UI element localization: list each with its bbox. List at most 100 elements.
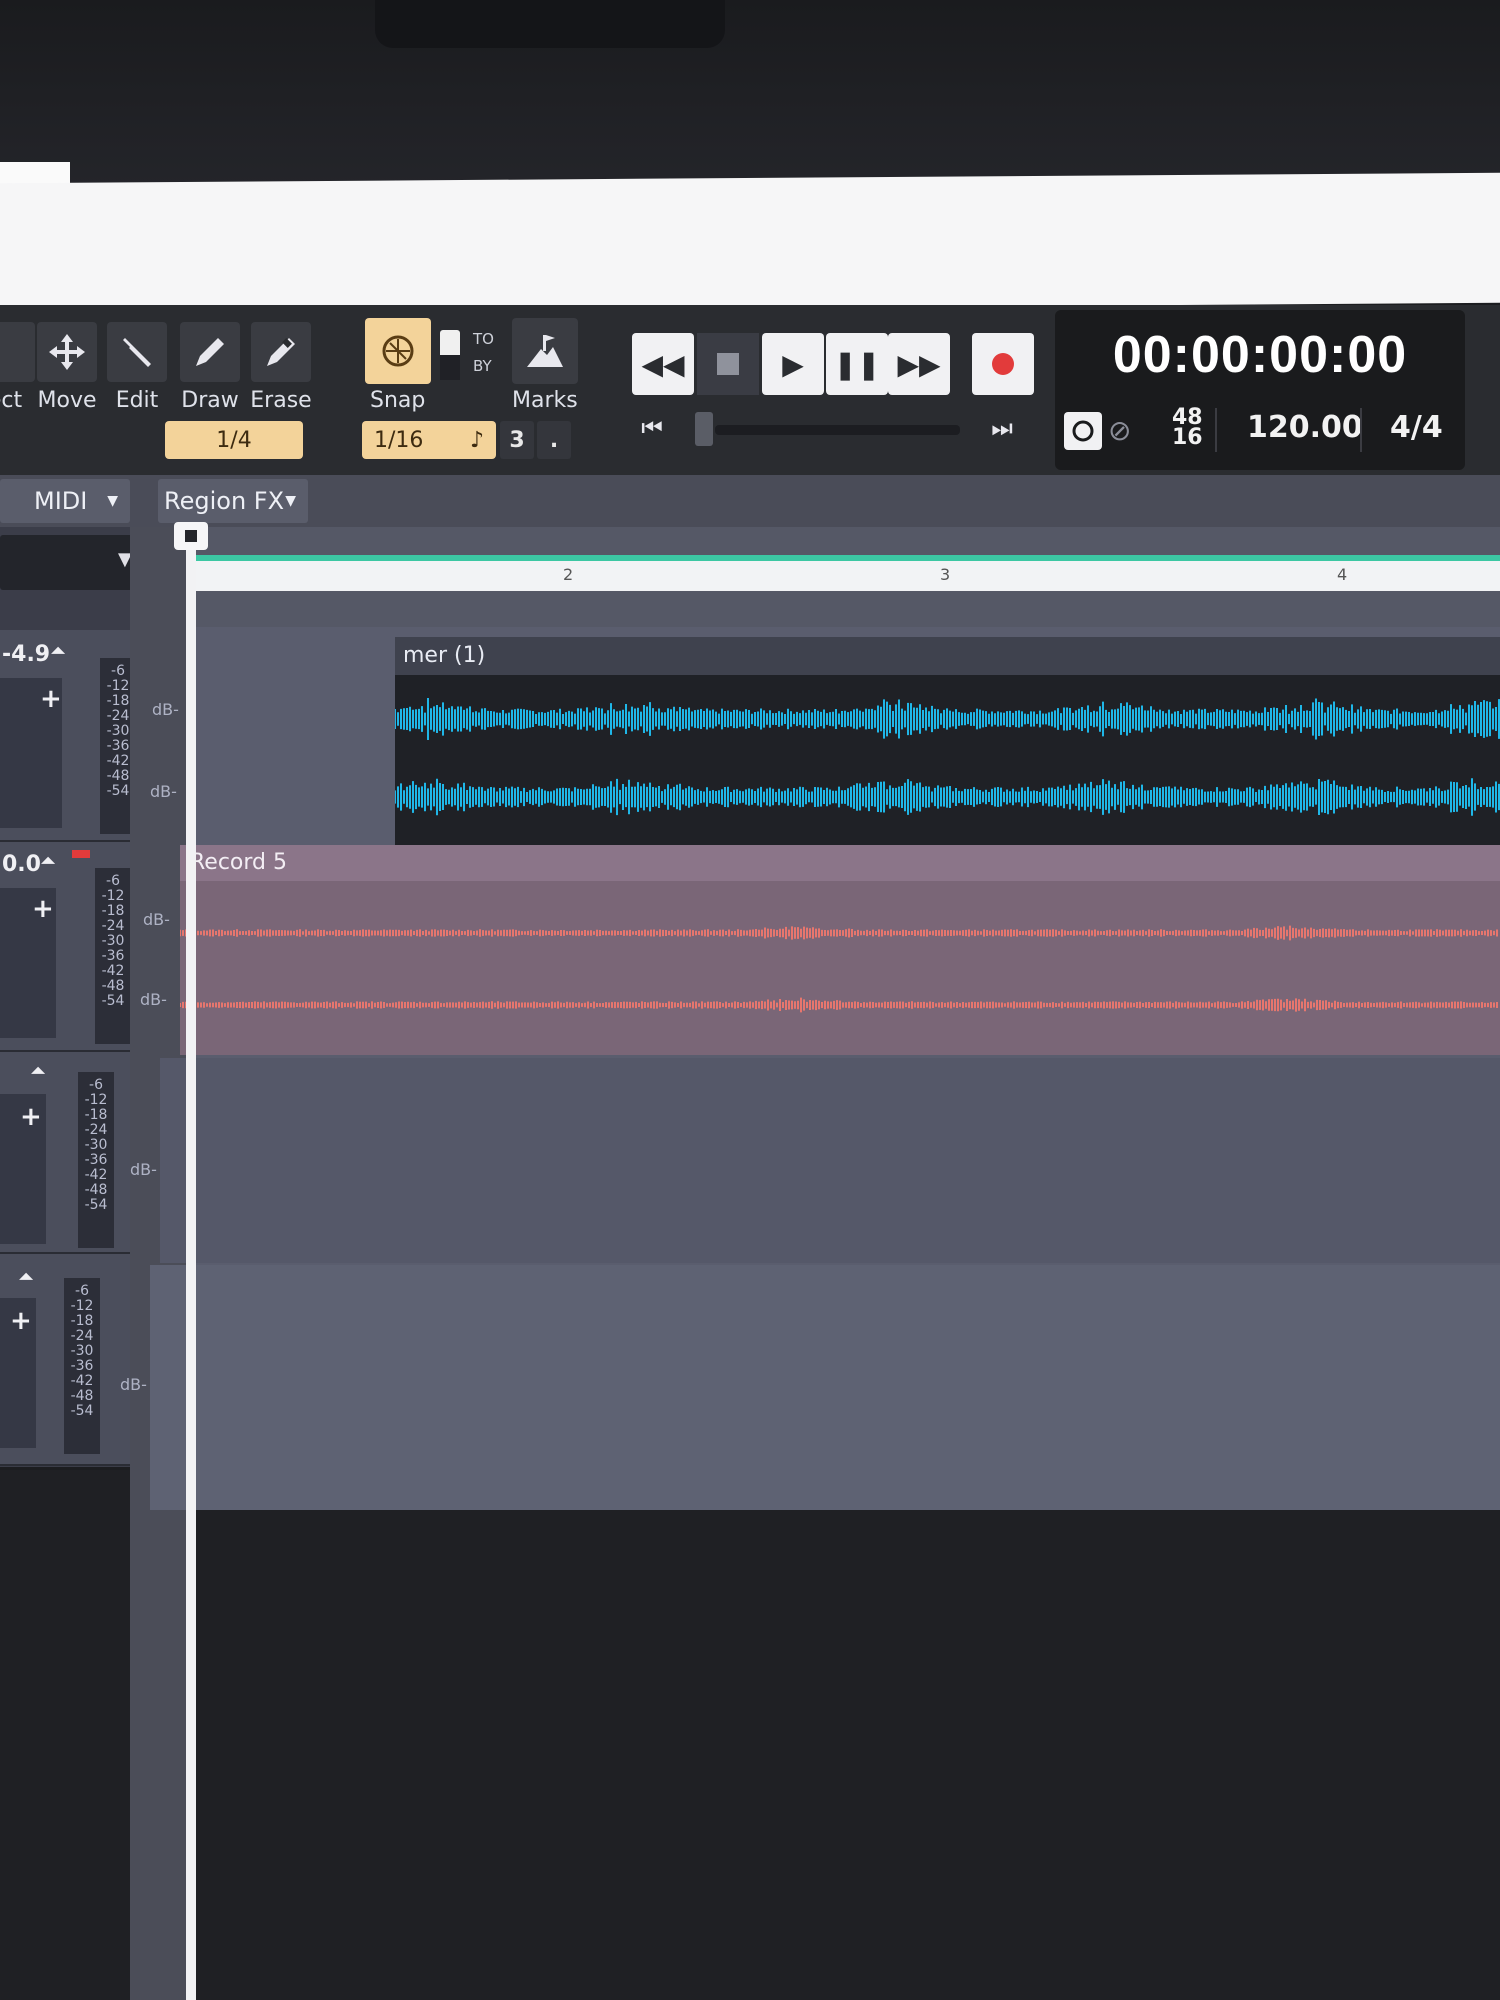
midi-menu[interactable]: MIDI ▼ bbox=[0, 479, 130, 523]
window-title-area bbox=[0, 172, 1500, 314]
db-label: dB- bbox=[120, 1375, 147, 1394]
add-icon[interactable]: + bbox=[20, 1102, 42, 1132]
pencil-icon bbox=[180, 322, 240, 382]
db-label: dB- bbox=[150, 782, 177, 801]
snap-mode-toggle[interactable] bbox=[440, 330, 460, 380]
track-volume[interactable]: -4.9 bbox=[2, 642, 50, 667]
snap-value-field[interactable]: 1/16 ♪ bbox=[362, 421, 496, 459]
sample-rate-readout[interactable]: 48 16 bbox=[1172, 407, 1203, 449]
snap-value-text: 1/16 bbox=[374, 427, 424, 453]
db-label: dB- bbox=[152, 700, 179, 719]
collapse-icon[interactable]: ⏶ bbox=[40, 848, 56, 872]
edit-tool[interactable]: Edit bbox=[104, 322, 170, 413]
waveform-channel bbox=[395, 698, 1500, 740]
move-icon bbox=[37, 322, 97, 382]
track-header[interactable]: ⏶ + -6 -12 -18 -24 -30 -36 -42 -48 -54 bbox=[0, 1254, 145, 1466]
record-button[interactable] bbox=[972, 333, 1034, 395]
empty-track-lane[interactable] bbox=[160, 1058, 1500, 1263]
clip-title[interactable]: mer (1) bbox=[395, 637, 1500, 675]
stop-button[interactable] bbox=[697, 333, 759, 395]
snap-count-button[interactable]: 3 bbox=[500, 421, 534, 459]
add-icon[interactable]: + bbox=[32, 894, 54, 924]
playhead-line[interactable] bbox=[186, 527, 196, 2000]
camera-notch bbox=[375, 0, 725, 48]
go-to-start-button[interactable]: ⏮ bbox=[632, 408, 672, 448]
erase-tool-label: Erase bbox=[250, 388, 312, 413]
track-header[interactable]: 0.0 ⏶ + -6 -12 -18 -24 -30 -36 -42 -48 -54 bbox=[0, 842, 145, 1052]
level-meter: -6 -12 -18 -24 -30 -36 -42 -48 -54 bbox=[64, 1278, 100, 1454]
clip-title[interactable]: Record 5 bbox=[180, 845, 1500, 881]
divider bbox=[1215, 408, 1217, 452]
time-signature-readout[interactable]: 4/4 bbox=[1390, 410, 1443, 445]
skip-start-icon: ⏮ bbox=[641, 414, 663, 442]
pause-button[interactable]: ❚❚ bbox=[826, 333, 888, 395]
track-pane-divider[interactable] bbox=[130, 527, 186, 2000]
db-label: dB- bbox=[143, 910, 170, 929]
level-meter: -6 -12 -18 -24 -30 -36 -42 -48 -54 bbox=[78, 1072, 114, 1248]
fast-forward-button[interactable]: ▶▶ bbox=[888, 333, 950, 395]
marks-button[interactable] bbox=[512, 318, 578, 384]
play-button[interactable]: ▶ bbox=[762, 333, 824, 395]
collapse-icon[interactable]: ⏶ bbox=[18, 1264, 34, 1288]
eraser-icon bbox=[251, 322, 311, 382]
timeline-ruler[interactable]: 2 3 4 bbox=[195, 555, 1500, 591]
edit-tool-label: Edit bbox=[115, 388, 159, 413]
level-meter: -6 -12 -18 -24 -30 -36 -42 -48 -54 bbox=[95, 868, 131, 1044]
loop-toggle[interactable] bbox=[1064, 412, 1102, 450]
rewind-icon: ◀◀ bbox=[641, 347, 685, 381]
position-slider-track[interactable] bbox=[715, 425, 960, 435]
ruler-tick: 4 bbox=[1337, 565, 1348, 584]
region-fx-menu[interactable]: Region FX ▼ bbox=[158, 479, 308, 523]
track-volume[interactable]: 0.0 bbox=[2, 852, 41, 877]
playhead-handle[interactable] bbox=[174, 522, 208, 550]
play-icon: ▶ bbox=[782, 347, 804, 381]
move-tool-label: Move bbox=[37, 388, 97, 413]
snap-to-label: TO bbox=[473, 330, 494, 348]
draw-tool[interactable]: Draw bbox=[177, 322, 243, 413]
ruler-tick: 3 bbox=[940, 565, 951, 584]
off-screen-area bbox=[0, 1470, 1500, 2000]
skip-end-icon: ⏭ bbox=[991, 414, 1013, 442]
move-tool[interactable]: Move bbox=[34, 322, 100, 413]
metronome-off-icon[interactable]: ⊘ bbox=[1108, 414, 1144, 450]
waveform-channel bbox=[180, 925, 1498, 941]
position-slider-handle[interactable] bbox=[695, 412, 713, 446]
add-icon[interactable]: + bbox=[40, 684, 62, 714]
clip-indicator bbox=[72, 850, 90, 858]
rewind-button[interactable]: ◀◀ bbox=[632, 333, 694, 395]
fast-forward-icon: ▶▶ bbox=[897, 347, 941, 381]
go-to-end-button[interactable]: ⏭ bbox=[982, 408, 1022, 448]
stop-icon bbox=[717, 353, 739, 375]
select-icon bbox=[0, 322, 35, 382]
track-header[interactable]: -4.9 ⏶ + -6 -12 -18 -24 -30 -36 -42 -48 -54 bbox=[0, 630, 145, 842]
ruler-tick: 2 bbox=[563, 565, 574, 584]
time-readout[interactable]: 00:00:00:00 bbox=[1060, 325, 1460, 385]
empty-track-lane[interactable] bbox=[150, 1265, 1500, 1510]
snap-label: Snap bbox=[370, 388, 426, 413]
add-icon[interactable]: + bbox=[10, 1306, 32, 1336]
select-tool[interactable]: ect bbox=[0, 322, 38, 413]
snap-button[interactable] bbox=[365, 318, 431, 384]
snap-grid-icon bbox=[382, 335, 414, 367]
midi-menu-label: MIDI bbox=[34, 487, 88, 515]
region-fx-menu-label: Region FX bbox=[164, 487, 285, 515]
chevron-down-icon: ▼ bbox=[107, 493, 118, 509]
snap-dot-button[interactable]: . bbox=[537, 421, 571, 459]
record-icon bbox=[992, 353, 1014, 375]
select-tool-label: ect bbox=[0, 388, 23, 413]
marks-mountain-icon bbox=[527, 335, 563, 367]
snap-by-label: BY bbox=[473, 357, 492, 375]
tempo-readout[interactable]: 120.00 bbox=[1247, 410, 1363, 445]
track-header[interactable]: ⏶ + -6 -12 -18 -24 -30 -36 -42 -48 -54 bbox=[0, 1052, 145, 1254]
track-filter-dropdown[interactable]: ▼ bbox=[0, 535, 142, 590]
db-label: dB- bbox=[140, 990, 167, 1009]
collapse-icon[interactable]: ⏶ bbox=[50, 638, 66, 662]
marks-label: Marks bbox=[512, 388, 578, 413]
pause-icon: ❚❚ bbox=[833, 347, 881, 381]
collapse-icon[interactable]: ⏶ bbox=[30, 1058, 46, 1082]
loop-icon bbox=[1072, 420, 1094, 442]
tool-resolution-field[interactable]: 1/4 bbox=[165, 421, 303, 459]
monitor-bezel bbox=[0, 0, 1500, 190]
erase-tool[interactable]: Erase bbox=[248, 322, 314, 413]
wrench-icon bbox=[107, 322, 167, 382]
